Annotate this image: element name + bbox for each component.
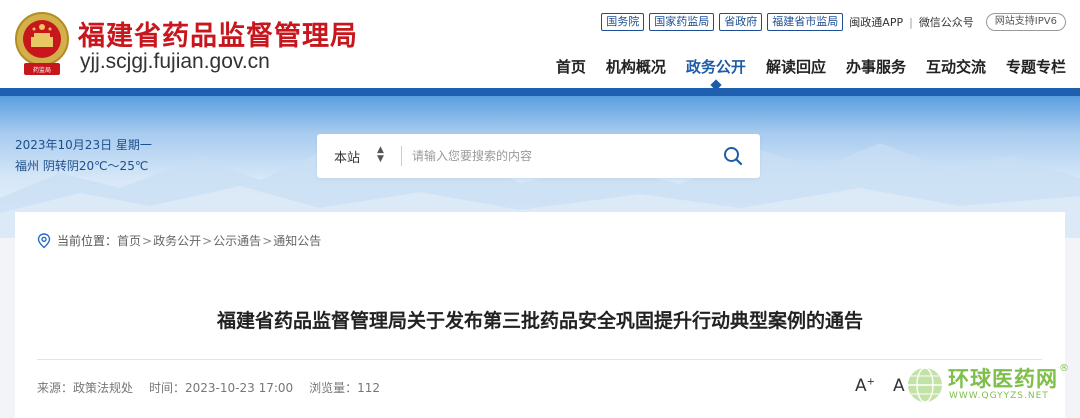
site-name: 福建省药品监督管理局: [78, 21, 358, 52]
font-decrease-button[interactable]: A: [893, 376, 905, 396]
article-time: 时间：2023-10-23 17:00: [149, 381, 294, 395]
search-scope-select[interactable]: 本站: [334, 147, 360, 166]
link-app[interactable]: 闽政通APP: [848, 14, 904, 30]
font-increase-sign: +: [866, 376, 876, 388]
national-emblem-icon: 药监局: [15, 12, 69, 75]
link-provincial-gov[interactable]: 省政府: [719, 13, 763, 31]
nav-gov-affairs[interactable]: 政务公开: [685, 56, 746, 91]
font-increase-button[interactable]: A+: [855, 376, 875, 396]
registered-mark: ®: [1059, 363, 1069, 374]
breadcrumb-separator: >: [262, 233, 273, 248]
watermark-title: 环球医药网: [948, 367, 1058, 391]
nav-home[interactable]: 首页: [556, 56, 586, 77]
globe-icon: [908, 367, 942, 403]
breadcrumb-separator: >: [202, 233, 213, 248]
ipv6-badge: 网站支持IPV6: [985, 13, 1066, 31]
watermark-url: WWW.QGYYZS.NET: [949, 391, 1049, 401]
weather-info: 福州 阴转阴20℃～25℃: [15, 159, 149, 173]
main-nav: 首页 机构概况 政务公开 解读回应 办事服务 互动交流 专题专栏: [556, 56, 1066, 91]
nav-interaction[interactable]: 互动交流: [926, 56, 986, 77]
location-pin-icon: [37, 232, 51, 248]
article-meta: 来源：政策法规处 时间：2023-10-23 17:00 浏览量：112: [37, 379, 380, 396]
font-size-controls: A+ A: [855, 376, 905, 396]
search-divider: [401, 146, 402, 166]
article-source: 来源：政策法规处: [37, 381, 134, 395]
article-views: 浏览量：112: [309, 381, 381, 395]
top-links: 国务院 国家药监局 省政府 福建省市监局 闽政通APP | 微信公众号 网站支持…: [601, 12, 1066, 32]
svg-text:药监局: 药监局: [33, 66, 51, 74]
nav-interpretation[interactable]: 解读回应: [766, 56, 826, 77]
nav-topics[interactable]: 专题专栏: [1006, 56, 1066, 77]
font-increase-letter: A: [855, 376, 867, 396]
breadcrumb-separator: >: [142, 233, 153, 248]
title-divider: [37, 359, 1042, 360]
watermark-logo: 环球医药网 ® WWW.QGYYZS.NET: [905, 363, 1075, 413]
link-wechat[interactable]: 微信公众号: [918, 14, 975, 30]
breadcrumb-home[interactable]: 首页: [117, 232, 141, 249]
breadcrumb-announcements[interactable]: 公示通告: [213, 232, 261, 249]
link-state-council[interactable]: 国务院: [601, 13, 645, 31]
link-market-supervision[interactable]: 福建省市监局: [767, 13, 844, 31]
link-nmpa[interactable]: 国家药监局: [649, 13, 715, 31]
search-icon[interactable]: [722, 145, 744, 167]
breadcrumb: 当前位置： 首页 > 政务公开 > 公示通告 > 通知公告: [37, 232, 321, 249]
search-input[interactable]: [412, 145, 702, 167]
nav-gov-affairs-label: 政务公开: [685, 58, 746, 76]
breadcrumb-label: 当前位置：: [57, 234, 118, 248]
current-date: 2023年10月23日 星期一: [15, 138, 152, 152]
scope-updown-icon[interactable]: ▲ ▼: [377, 146, 384, 164]
nav-about[interactable]: 机构概况: [606, 56, 666, 77]
link-separator: |: [909, 15, 913, 29]
search-box: 本站 ▲ ▼: [317, 134, 760, 178]
breadcrumb-notices[interactable]: 通知公告: [273, 232, 321, 249]
nav-services[interactable]: 办事服务: [846, 56, 906, 77]
article-title: 福建省药品监督管理局关于发布第三批药品安全巩固提升行动典型案例的通告: [216, 310, 863, 332]
site-url: yjj.scjgj.fujian.gov.cn: [80, 50, 270, 73]
site-header: 药监局 福建省药品监督管理局 yjj.scjgj.fujian.gov.cn 国…: [0, 0, 1080, 91]
breadcrumb-gov-affairs[interactable]: 政务公开: [153, 232, 201, 249]
